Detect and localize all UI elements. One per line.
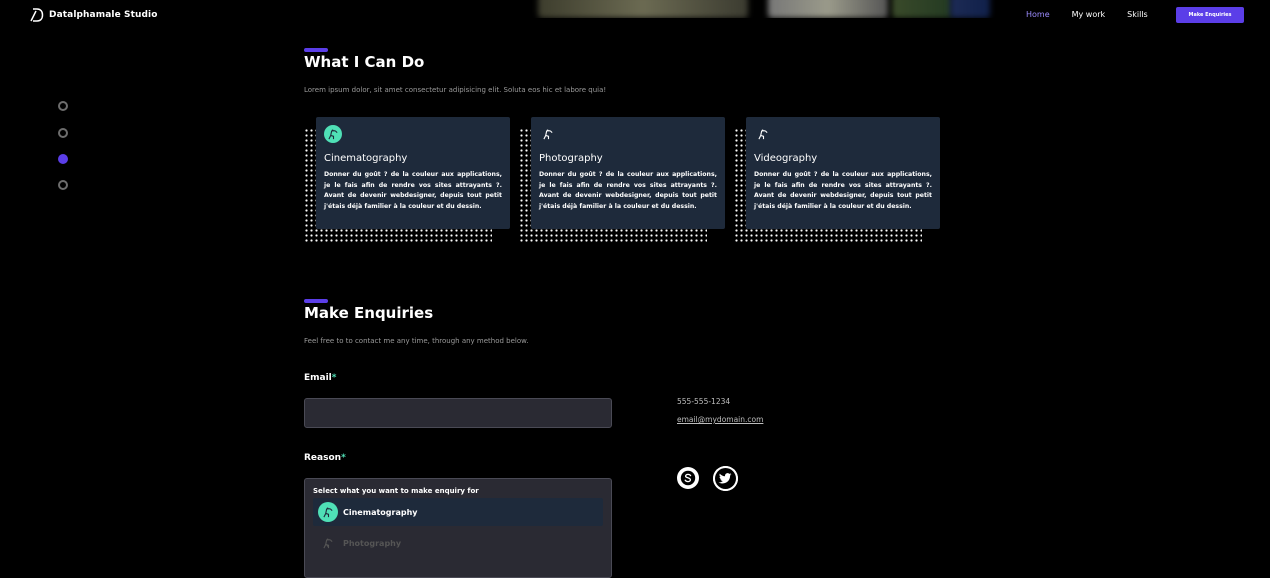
nav-links: Home My work Skills — [1026, 10, 1148, 19]
enquiries-accent-bar — [304, 299, 328, 303]
section-dot-3[interactable] — [58, 154, 68, 164]
card-text: Donner du goût ? de la couleur aux appli… — [539, 171, 717, 210]
enquiries-subtitle: Feel free to to contact me any time, thr… — [304, 337, 529, 345]
option-label: Cinematography — [343, 507, 418, 517]
services-subtitle: Lorem ipsum dolor, sit amet consectetur … — [304, 86, 607, 94]
reason-prompt: Select what you want to make enquiry for — [313, 487, 479, 495]
service-card-photography[interactable]: Photography Donner du goût ? de la coule… — [531, 117, 725, 229]
card-text: Donner du goût ? de la couleur aux appli… — [754, 171, 932, 210]
cinematographer-icon — [318, 502, 338, 522]
card-title: Videography — [754, 153, 818, 164]
contact-phone: 555-555-1234 — [677, 397, 731, 406]
make-enquiries-button[interactable]: Make Enquiries — [1176, 7, 1244, 23]
section-dot-2[interactable] — [58, 128, 68, 138]
email-label-text: Email — [304, 373, 332, 383]
photographer-icon — [539, 125, 557, 143]
cinematographer-icon — [324, 125, 342, 143]
brand-name: Datalphamale Studio — [49, 10, 158, 20]
card-title: Cinematography — [324, 153, 408, 164]
skype-icon[interactable] — [677, 467, 699, 489]
service-card-cinematography[interactable]: Cinematography Donner du goût ? de la co… — [316, 117, 510, 229]
reason-option-cinematography[interactable]: Cinematography — [313, 498, 603, 526]
reason-select[interactable]: Select what you want to make enquiry for… — [304, 478, 612, 578]
email-field[interactable] — [304, 398, 612, 428]
brand-d-icon — [30, 8, 44, 22]
nav-link-my-work[interactable]: My work — [1072, 10, 1106, 19]
nav-link-home[interactable]: Home — [1026, 10, 1050, 19]
option-label: Photography — [343, 538, 402, 548]
photographer-icon — [318, 533, 338, 553]
top-navbar: Datalphamale Studio Home My work Skills … — [0, 0, 1270, 32]
reason-label-text: Reason — [304, 453, 342, 463]
brand[interactable]: Datalphamale Studio — [30, 7, 158, 23]
card-title: Photography — [539, 153, 603, 164]
videographer-icon — [754, 125, 772, 143]
section-dot-1[interactable] — [58, 101, 68, 111]
nav-link-skills[interactable]: Skills — [1127, 10, 1148, 19]
card-text: Donner du goût ? de la couleur aux appli… — [324, 171, 502, 210]
services-title: What I Can Do — [304, 53, 425, 71]
required-mark: * — [341, 453, 346, 463]
required-mark: * — [331, 373, 337, 383]
reason-option-photography[interactable]: Photography — [313, 529, 603, 557]
reason-label: Reason* — [304, 453, 346, 463]
service-card-videography[interactable]: Videography Donner du goût ? de la coule… — [746, 117, 940, 229]
email-label: Email* — [304, 373, 337, 383]
hero-image-strip — [530, 0, 1000, 18]
contact-email-link[interactable]: email@mydomain.com — [677, 415, 763, 424]
services-accent-bar — [304, 48, 328, 52]
section-dot-4[interactable] — [58, 180, 68, 190]
enquiries-title: Make Enquiries — [304, 304, 434, 322]
twitter-icon[interactable] — [713, 466, 738, 491]
